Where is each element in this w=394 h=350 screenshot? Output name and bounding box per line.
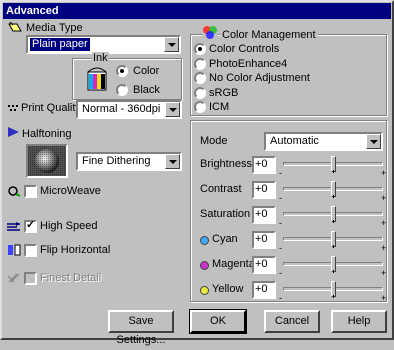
flip-horizontal-checkbox[interactable]: [24, 244, 37, 257]
ok-button[interactable]: OK: [189, 309, 247, 334]
halftoning-preview: [26, 144, 68, 178]
slider-plus-label: +: [381, 243, 387, 253]
halftone-sphere-image: [28, 146, 66, 176]
ink-color-radio[interactable]: [116, 65, 128, 77]
microweave-icon: [8, 186, 21, 197]
brightness-label: Brightness: [200, 158, 252, 170]
cancel-button[interactable]: Cancel: [264, 310, 320, 333]
slider-center-tick: [333, 245, 334, 248]
slider-minus-label: -: [279, 193, 282, 203]
photoenhance-label[interactable]: PhotoEnhance4: [209, 58, 287, 71]
slider-minus-label: -: [279, 218, 282, 228]
microweave-checkbox[interactable]: [24, 185, 37, 198]
slider-center-tick: [333, 195, 334, 198]
radio-selected-dot: [120, 69, 124, 73]
ink-cartridge-icon: [87, 67, 107, 91]
ink-black-label[interactable]: Black: [133, 84, 160, 97]
slider-center-tick: [333, 270, 334, 273]
brightness-value-box[interactable]: +0: [252, 156, 276, 174]
ink-color-label[interactable]: Color: [133, 65, 159, 78]
color-controls-label[interactable]: Color Controls: [209, 43, 279, 56]
saturation-slider[interactable]: - +: [279, 205, 387, 228]
flip-horizontal-label[interactable]: Flip Horizontal: [40, 244, 110, 257]
save-settings-button[interactable]: Save Settings...: [108, 310, 174, 346]
yellow-slider[interactable]: - +: [279, 280, 387, 303]
cyan-slider[interactable]: - +: [279, 230, 387, 253]
high-speed-icon: [7, 222, 20, 231]
cyan-label: Cyan: [212, 233, 238, 245]
contrast-slider[interactable]: - +: [279, 180, 387, 203]
high-speed-label[interactable]: High Speed: [40, 220, 98, 233]
cyan-dot-icon: [200, 236, 209, 245]
slider-center-tick: [333, 295, 334, 298]
checkmark-icon: ✓: [26, 219, 36, 231]
magenta-dot-icon: [200, 261, 209, 270]
slider-center-tick: [333, 170, 334, 173]
magenta-label: Magenta: [212, 258, 255, 270]
no-color-adjustment-label[interactable]: No Color Adjustment: [209, 72, 310, 85]
icm-radio[interactable]: [194, 101, 206, 113]
yellow-value-box[interactable]: +0: [252, 281, 276, 299]
media-type-value: Plain paper: [30, 38, 90, 51]
srgb-radio[interactable]: [194, 87, 206, 99]
slider-minus-label: -: [279, 268, 282, 278]
saturation-label: Saturation: [200, 208, 251, 220]
contrast-label: Contrast: [200, 183, 242, 195]
print-quality-icon: [7, 103, 19, 114]
halftoning-icon: [8, 127, 19, 137]
slider-minus-label: -: [279, 293, 282, 303]
slider-plus-label: +: [381, 168, 387, 178]
icm-label[interactable]: ICM: [209, 101, 229, 114]
slider-plus-label: +: [381, 293, 387, 303]
print-quality-value: Normal - 360dpi: [82, 103, 161, 115]
halftoning-value: Fine Dithering: [82, 155, 151, 167]
slider-plus-label: +: [381, 218, 387, 228]
print-quality-label: Print Quality: [21, 102, 81, 114]
ink-label: Ink: [92, 52, 109, 65]
advanced-dialog: Advanced Media Type Plain paper Ink Colo…: [0, 0, 394, 346]
halftoning-dropdown[interactable]: Fine Dithering: [76, 152, 182, 171]
srgb-label[interactable]: sRGB: [209, 87, 238, 100]
slider-center-tick: [333, 220, 334, 223]
chevron-down-icon[interactable]: [164, 37, 179, 52]
chevron-down-icon[interactable]: [165, 154, 180, 169]
ink-black-radio[interactable]: [116, 84, 128, 96]
yellow-dot-icon: [200, 286, 209, 295]
magenta-slider[interactable]: - +: [279, 255, 387, 278]
contrast-value-box[interactable]: +0: [252, 181, 276, 199]
high-speed-checkbox[interactable]: ✓: [24, 219, 37, 233]
color-management-icon: [202, 25, 218, 39]
slider-plus-label: +: [381, 268, 387, 278]
finest-detail-icon: [7, 273, 20, 283]
mode-label: Mode: [200, 135, 228, 147]
paper-icon: [8, 22, 22, 32]
mode-value: Automatic: [270, 135, 319, 147]
flip-horizontal-icon: [8, 244, 21, 256]
cyan-value-box[interactable]: +0: [252, 231, 276, 249]
mode-dropdown[interactable]: Automatic: [264, 132, 383, 151]
saturation-value-box[interactable]: +0: [252, 206, 276, 224]
microweave-label[interactable]: MicroWeave: [40, 185, 101, 198]
radio-selected-dot: [198, 47, 202, 51]
yellow-label: Yellow: [212, 283, 244, 295]
color-controls-radio[interactable]: [194, 43, 206, 55]
slider-minus-label: -: [279, 243, 282, 253]
brightness-slider[interactable]: - +: [279, 155, 387, 178]
halftoning-label: Halftoning: [22, 128, 72, 140]
slider-plus-label: +: [381, 193, 387, 203]
slider-minus-label: -: [279, 168, 282, 178]
chevron-down-icon[interactable]: [165, 102, 180, 117]
finest-detail-label: Finest Detail: [40, 272, 102, 284]
chevron-down-icon[interactable]: [366, 134, 381, 149]
color-management-title: Color Management: [220, 29, 318, 42]
magenta-value-box[interactable]: +0: [252, 256, 276, 274]
media-type-label: Media Type: [26, 22, 83, 34]
help-button[interactable]: Help: [331, 310, 387, 333]
no-color-adjustment-radio[interactable]: [194, 72, 206, 84]
title-bar: Advanced: [3, 3, 391, 19]
print-quality-dropdown[interactable]: Normal - 360dpi: [76, 100, 182, 119]
photoenhance-radio[interactable]: [194, 58, 206, 70]
finest-detail-checkbox: [24, 272, 37, 285]
